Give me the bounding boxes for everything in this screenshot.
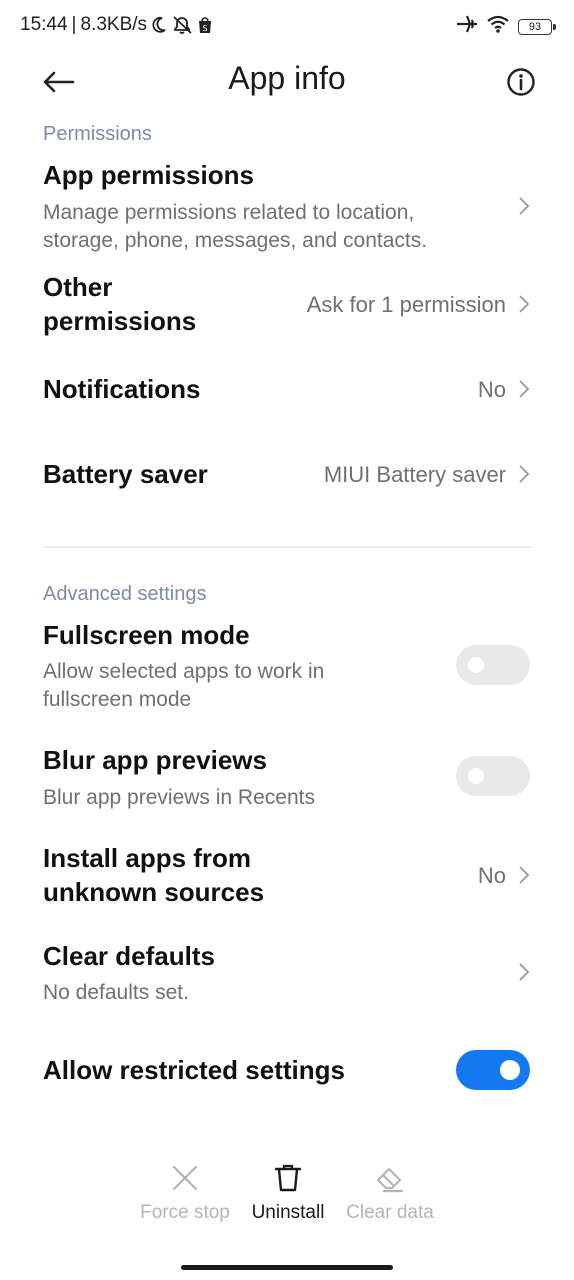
trash-icon <box>274 1164 302 1192</box>
status-time: 15:44 <box>20 14 68 35</box>
status-left: 15:44 | 8.3KB/s S <box>20 14 213 36</box>
section-label-advanced: Advanced settings <box>43 583 207 605</box>
chevron-right-icon <box>519 963 530 981</box>
section-divider <box>43 546 532 548</box>
close-x-icon <box>172 1165 198 1191</box>
chevron-right-icon <box>519 197 530 215</box>
install-unknown-title-line1: Install apps from <box>43 843 252 873</box>
app-info-screen: 15:44 | 8.3KB/s S 93 App info Permission… <box>0 0 574 1280</box>
chevron-right-icon <box>519 866 530 884</box>
clear-defaults-title: Clear defaults <box>43 941 215 971</box>
fullscreen-mode-title: Fullscreen mode <box>43 620 250 650</box>
status-net-speed: 8.3KB/s <box>80 14 148 35</box>
battery-icon: 93 <box>518 18 556 35</box>
fullscreen-mode-subtitle-line1: Allow selected apps to work in <box>43 660 325 683</box>
svg-text:S: S <box>202 24 207 33</box>
blur-previews-subtitle: Blur app previews in Recents <box>43 786 315 809</box>
blur-previews-toggle[interactable] <box>456 756 530 796</box>
app-permissions-title: App permissions <box>43 160 254 190</box>
eraser-icon <box>376 1167 404 1193</box>
allow-restricted-row: Allow restricted settings <box>0 1050 574 1093</box>
status-separator: | <box>71 14 77 35</box>
airplane-icon <box>456 14 478 39</box>
home-indicator[interactable] <box>181 1265 393 1270</box>
force-stop-label: Force stop <box>140 1202 230 1223</box>
battery-saver-row[interactable]: Battery saver MIUI Battery saver <box>0 457 574 497</box>
fullscreen-mode-toggle[interactable] <box>456 645 530 685</box>
blur-previews-row: Blur app previews Blur app previews in R… <box>0 743 574 815</box>
app-permissions-subtitle-line1: Manage permissions related to location, <box>43 201 415 224</box>
clear-defaults-subtitle: No defaults set. <box>43 981 189 1004</box>
notifications-row[interactable]: Notifications No <box>0 372 574 412</box>
install-unknown-value: No <box>477 863 506 888</box>
clear-data-label: Clear data <box>346 1202 434 1223</box>
alarm-off-icon <box>171 15 193 35</box>
uninstall-button[interactable]: Uninstall <box>236 1160 340 1224</box>
moon-icon <box>151 16 167 34</box>
info-icon <box>507 68 535 96</box>
battery-saver-title: Battery saver <box>43 459 208 489</box>
blur-previews-title: Blur app previews <box>43 745 267 775</box>
chevron-right-icon <box>519 380 530 398</box>
install-unknown-sources-row[interactable]: Install apps from unknown sources No <box>0 841 574 913</box>
chevron-right-icon <box>519 295 530 313</box>
other-permissions-title-line2: permissions <box>43 306 197 336</box>
toggle-knob <box>468 768 484 784</box>
clear-data-button[interactable]: Clear data <box>336 1160 444 1224</box>
app-permissions-subtitle-line2: storage, phone, messages, and contacts. <box>43 229 428 252</box>
fullscreen-mode-row: Fullscreen mode Allow selected apps to w… <box>0 618 574 718</box>
allow-restricted-toggle[interactable] <box>456 1050 530 1090</box>
chevron-right-icon <box>519 465 530 483</box>
wifi-icon <box>486 14 510 39</box>
battery-saver-value: MIUI Battery saver <box>323 462 506 487</box>
clear-defaults-row[interactable]: Clear defaults No defaults set. <box>0 939 574 1011</box>
install-unknown-title-line2: unknown sources <box>43 877 265 907</box>
toggle-knob <box>500 1060 520 1080</box>
status-bar: 15:44 | 8.3KB/s S 93 <box>0 0 574 52</box>
other-permissions-value: Ask for 1 permission <box>306 292 506 317</box>
fullscreen-mode-subtitle-line2: fullscreen mode <box>43 688 192 711</box>
other-permissions-title-line1: Other <box>43 272 113 302</box>
force-stop-button[interactable]: Force stop <box>130 1160 240 1224</box>
status-right: 93 <box>456 14 556 39</box>
page-title: App info <box>228 60 346 96</box>
notifications-value: No <box>477 377 506 402</box>
shopping-bag-icon: S <box>197 16 213 34</box>
uninstall-label: Uninstall <box>251 1202 325 1223</box>
notifications-title: Notifications <box>43 374 201 404</box>
app-permissions-row[interactable]: App permissions Manage permissions relat… <box>0 158 574 258</box>
section-label-permissions: Permissions <box>43 123 152 145</box>
info-button[interactable] <box>503 64 539 100</box>
allow-restricted-title: Allow restricted settings <box>43 1055 345 1085</box>
other-permissions-row[interactable]: Other permissions Ask for 1 permission <box>0 270 574 342</box>
toggle-knob <box>468 657 484 673</box>
